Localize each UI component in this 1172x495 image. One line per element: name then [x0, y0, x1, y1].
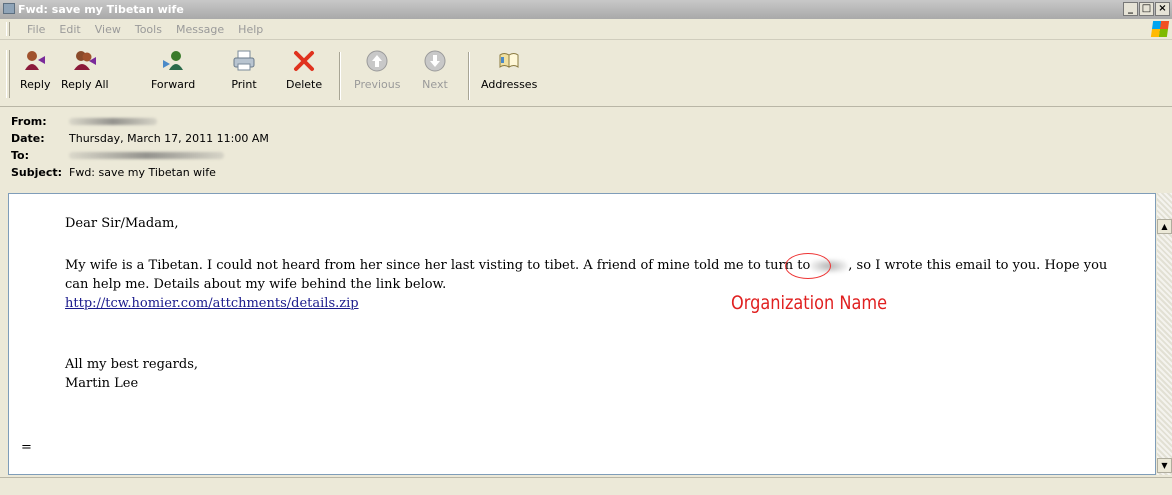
scroll-up-button[interactable]: ▲ [1157, 219, 1172, 234]
forward-button[interactable]: Forward [151, 48, 195, 91]
window-controls: _ □ × [1123, 2, 1170, 16]
from-label: From: [11, 115, 47, 128]
to-redacted [69, 152, 224, 159]
window-title: Fwd: save my Tibetan wife [18, 3, 184, 16]
title-bar: Fwd: save my Tibetan wife _ □ × [0, 0, 1172, 19]
details-link[interactable]: http://tcw.homier.com/attchments/details… [65, 296, 359, 311]
toolbar: Reply Reply All Forward Print Delete Pre… [0, 40, 1172, 107]
menu-view[interactable]: View [95, 23, 121, 36]
paragraph-line-2: can help me. Details about my wife behin… [65, 277, 447, 292]
vertical-scrollbar[interactable]: ▲ ▼ [1157, 193, 1172, 475]
from-redacted [69, 118, 157, 125]
paragraph-part-b: , so I wrote this email to you. Hope you [848, 258, 1108, 273]
reply-all-button[interactable]: Reply All [61, 48, 109, 91]
message-header: From: Date: Thursday, March 17, 2011 11:… [0, 107, 1172, 190]
minimize-button[interactable]: _ [1123, 2, 1138, 16]
scroll-down-button[interactable]: ▼ [1157, 458, 1172, 473]
trailer-text: = [21, 440, 32, 455]
addresses-button[interactable]: Addresses [481, 48, 537, 91]
status-bar [0, 477, 1172, 495]
mail-icon [3, 3, 15, 14]
subject-value: Fwd: save my Tibetan wife [69, 166, 216, 179]
windows-logo-icon [1150, 21, 1170, 37]
printer-icon [233, 50, 255, 71]
address-book-icon [499, 53, 519, 68]
reply-icon [25, 51, 46, 70]
delete-x-icon [294, 51, 315, 71]
menu-edit[interactable]: Edit [59, 23, 80, 36]
menu-grip [6, 22, 10, 36]
closing-text: All my best regards, [65, 357, 199, 372]
greeting-text: Dear Sir/Madam, [65, 216, 179, 231]
menu-file[interactable]: File [27, 23, 45, 36]
toolbar-separator [468, 52, 470, 100]
menu-bar: File Edit View Tools Message Help [0, 19, 1172, 40]
paragraph-line-1: My wife is a Tibetan. I could not heard … [65, 258, 1107, 273]
maximize-button[interactable]: □ [1139, 2, 1154, 16]
close-button[interactable]: × [1155, 2, 1170, 16]
annotation-circle [785, 253, 831, 279]
reply-button[interactable]: Reply [20, 48, 50, 91]
delete-button[interactable]: Delete [286, 48, 322, 91]
reply-all-icon [73, 51, 96, 70]
date-label: Date: [11, 132, 45, 145]
paragraph-part-a: My wife is a Tibetan. I could not heard … [65, 258, 811, 273]
print-button[interactable]: Print [231, 48, 257, 91]
arrow-down-icon [424, 50, 446, 72]
menu-message[interactable]: Message [176, 23, 224, 36]
message-body[interactable]: Dear Sir/Madam, My wife is a Tibetan. I … [8, 193, 1156, 475]
signature-text: Martin Lee [65, 376, 139, 391]
to-label: To: [11, 149, 29, 162]
arrow-up-icon [366, 50, 388, 72]
date-value: Thursday, March 17, 2011 11:00 AM [69, 132, 269, 145]
toolbar-separator [339, 52, 341, 100]
subject-label: Subject: [11, 166, 63, 179]
annotation-label: Organization Name [731, 292, 888, 314]
menu-tools[interactable]: Tools [135, 23, 162, 36]
menu-help[interactable]: Help [238, 23, 263, 36]
previous-button[interactable]: Previous [354, 48, 401, 91]
toolbar-grip [6, 50, 10, 98]
next-button[interactable]: Next [422, 48, 448, 91]
forward-icon [163, 51, 184, 70]
